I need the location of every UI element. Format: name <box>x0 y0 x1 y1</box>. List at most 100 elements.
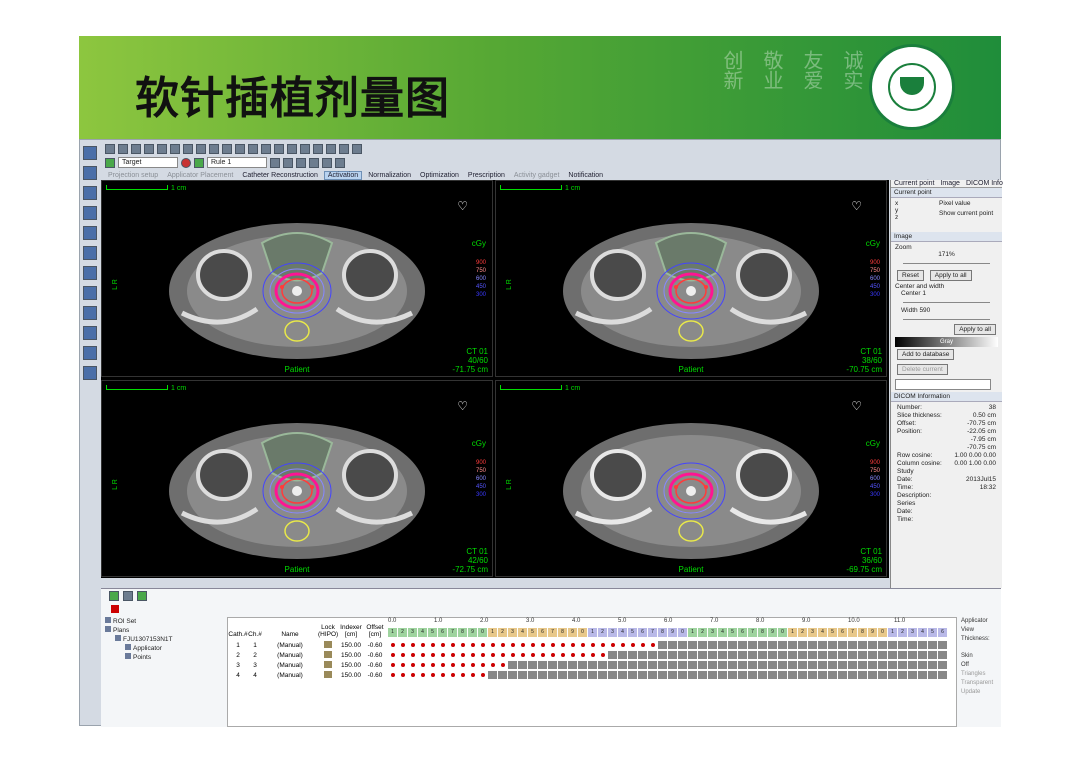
inactive-dwell[interactable] <box>678 661 687 669</box>
inactive-dwell[interactable] <box>548 661 557 669</box>
active-dwell[interactable] <box>501 653 505 657</box>
inactive-dwell[interactable] <box>848 641 857 649</box>
tab-optimization[interactable]: Optimization <box>417 172 462 179</box>
inactive-dwell[interactable] <box>488 671 497 679</box>
inactive-dwell[interactable] <box>718 661 727 669</box>
tool-icon[interactable] <box>261 143 271 154</box>
image-select[interactable] <box>895 379 991 390</box>
report-icon[interactable] <box>83 326 97 340</box>
active-dwell[interactable] <box>391 653 395 657</box>
dwell-position[interactable]: 2 <box>498 628 507 637</box>
active-dwell[interactable] <box>511 653 515 657</box>
dwell-position[interactable]: 7 <box>648 628 657 637</box>
inactive-dwell[interactable] <box>708 651 717 659</box>
tool-icon[interactable] <box>309 157 319 168</box>
active-dwell[interactable] <box>641 643 645 647</box>
inactive-dwell[interactable] <box>748 641 757 649</box>
inactive-dwell[interactable] <box>938 671 947 679</box>
inactive-dwell[interactable] <box>848 671 857 679</box>
dwell-position[interactable]: 3 <box>608 628 617 637</box>
active-dwell[interactable] <box>431 653 435 657</box>
active-dwell[interactable] <box>471 663 475 667</box>
active-dwell[interactable] <box>611 643 615 647</box>
tab-applicator-placement[interactable]: Applicator Placement <box>164 172 236 179</box>
inactive-dwell[interactable] <box>828 671 837 679</box>
inactive-dwell[interactable] <box>648 661 657 669</box>
inactive-dwell[interactable] <box>788 661 797 669</box>
inactive-dwell[interactable] <box>768 661 777 669</box>
active-dwell[interactable] <box>531 653 535 657</box>
inactive-dwell[interactable] <box>718 671 727 679</box>
inactive-dwell[interactable] <box>758 651 767 659</box>
zoom-slider[interactable] <box>903 258 990 264</box>
tool-icon[interactable] <box>118 143 128 154</box>
active-dwell[interactable] <box>561 643 565 647</box>
tree-item[interactable]: ROI Set <box>105 617 225 626</box>
inactive-dwell[interactable] <box>818 671 827 679</box>
folder-icon[interactable] <box>83 146 97 160</box>
dwell-position[interactable]: 9 <box>868 628 877 637</box>
inactive-dwell[interactable] <box>908 661 917 669</box>
inactive-dwell[interactable] <box>568 671 577 679</box>
inactive-dwell[interactable] <box>688 651 697 659</box>
inactive-dwell[interactable] <box>858 641 867 649</box>
dwell-position[interactable]: 0 <box>578 628 587 637</box>
add-to-database-button[interactable]: Add to database <box>897 349 955 360</box>
tree-item[interactable]: Plans <box>105 626 225 635</box>
active-dwell[interactable] <box>431 673 435 677</box>
table-row[interactable]: 3 3 (Manual) 150.00 -0.60 <box>228 660 948 670</box>
tab-current-point[interactable]: Current point <box>891 180 937 187</box>
tool-icon[interactable] <box>157 143 167 154</box>
record-icon[interactable] <box>111 605 119 613</box>
active-dwell[interactable] <box>601 653 605 657</box>
inactive-dwell[interactable] <box>698 671 707 679</box>
inactive-dwell[interactable] <box>918 651 927 659</box>
inactive-dwell[interactable] <box>648 671 657 679</box>
tool-icon[interactable] <box>235 143 245 154</box>
dwell-position[interactable]: 7 <box>748 628 757 637</box>
inactive-dwell[interactable] <box>698 641 707 649</box>
active-dwell[interactable] <box>551 653 555 657</box>
tool-icon[interactable] <box>283 157 293 168</box>
radio-transparent[interactable]: Transparent <box>961 679 1001 688</box>
tool-icon[interactable] <box>274 143 284 154</box>
inactive-dwell[interactable] <box>578 661 587 669</box>
active-dwell[interactable] <box>451 663 455 667</box>
inactive-dwell[interactable] <box>768 641 777 649</box>
dwell-position[interactable]: 5 <box>728 628 737 637</box>
inactive-dwell[interactable] <box>858 651 867 659</box>
inactive-dwell[interactable] <box>668 651 677 659</box>
inactive-dwell[interactable] <box>918 641 927 649</box>
inactive-dwell[interactable] <box>508 661 517 669</box>
tab-catheter-reconstruction[interactable]: Catheter Reconstruction <box>239 172 320 179</box>
active-dwell[interactable] <box>421 643 425 647</box>
inactive-dwell[interactable] <box>788 671 797 679</box>
inactive-dwell[interactable] <box>608 671 617 679</box>
rule-select[interactable]: Rule 1 <box>207 157 267 168</box>
inactive-dwell[interactable] <box>898 671 907 679</box>
inactive-dwell[interactable] <box>608 651 617 659</box>
add-icon[interactable] <box>194 157 204 168</box>
inactive-dwell[interactable] <box>668 641 677 649</box>
ct-viewport[interactable]: 1 cm ♡ L R cGy 900 750 600 450 300 CT 01 38/6… <box>495 180 887 377</box>
inactive-dwell[interactable] <box>498 671 507 679</box>
inactive-dwell[interactable] <box>668 661 677 669</box>
inactive-dwell[interactable] <box>888 641 897 649</box>
radio-off[interactable]: Off <box>961 661 1001 670</box>
ct-viewport[interactable]: 1 cm ♡ L R cGy 900 750 600 450 300 CT 01 42/6… <box>101 380 493 577</box>
inactive-dwell[interactable] <box>778 671 787 679</box>
dwell-position[interactable]: 5 <box>928 628 937 637</box>
active-dwell[interactable] <box>421 673 425 677</box>
active-dwell[interactable] <box>521 653 525 657</box>
inactive-dwell[interactable] <box>678 651 687 659</box>
active-dwell[interactable] <box>441 663 445 667</box>
inactive-dwell[interactable] <box>768 651 777 659</box>
inactive-dwell[interactable] <box>798 651 807 659</box>
dwell-position[interactable]: 9 <box>468 628 477 637</box>
active-dwell[interactable] <box>481 653 485 657</box>
inactive-dwell[interactable] <box>838 671 847 679</box>
inactive-dwell[interactable] <box>608 661 617 669</box>
dwell-position[interactable]: 8 <box>758 628 767 637</box>
tab-prescription[interactable]: Prescription <box>465 172 508 179</box>
inactive-dwell[interactable] <box>808 661 817 669</box>
